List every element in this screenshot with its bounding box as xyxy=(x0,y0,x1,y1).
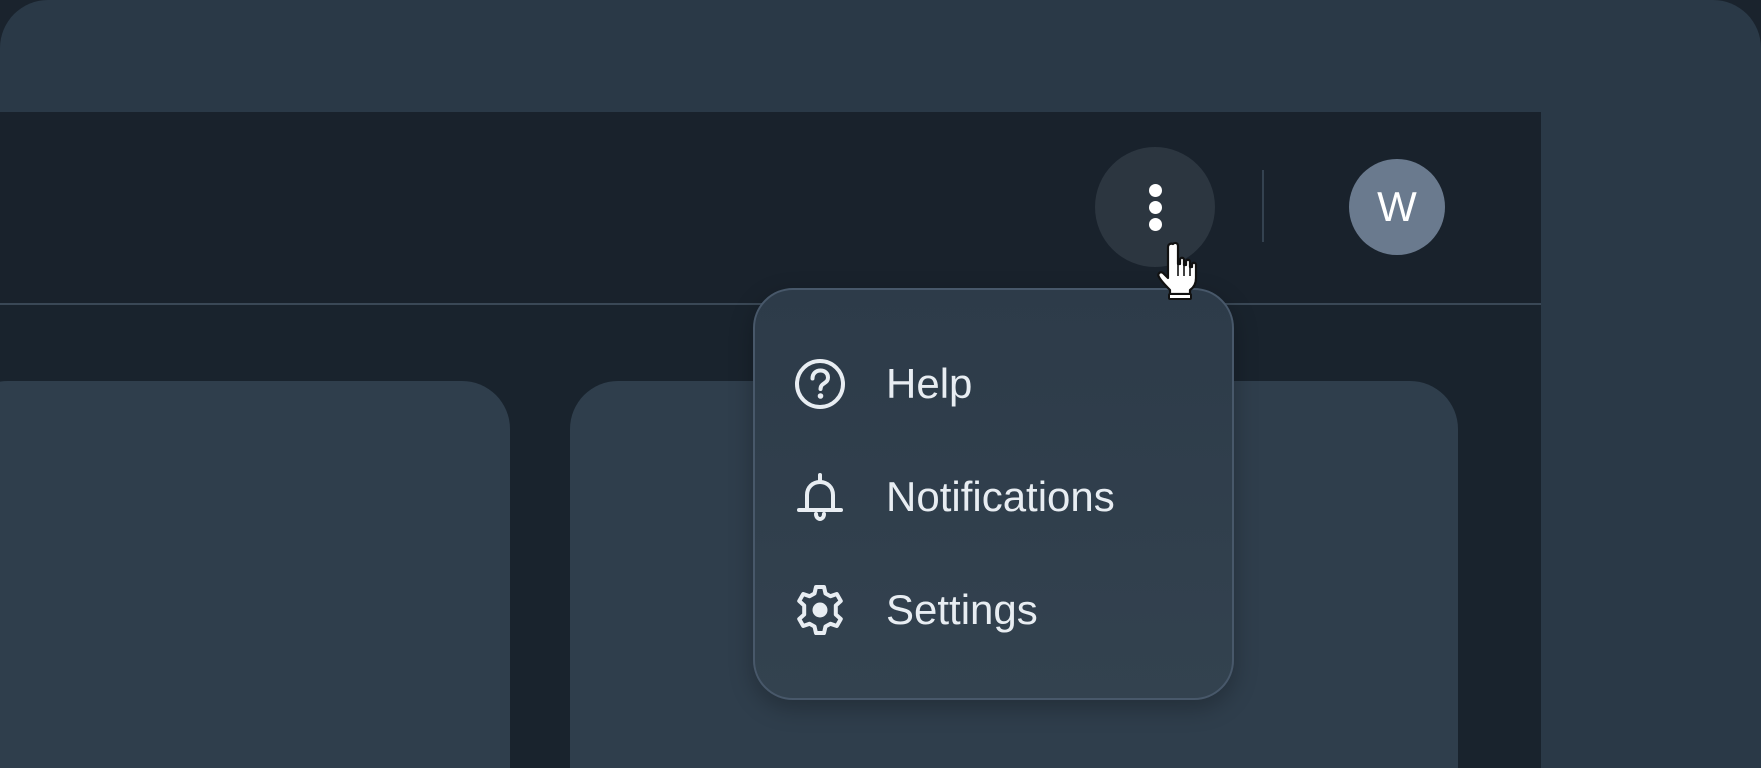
header-divider xyxy=(1262,170,1264,242)
menu-item-label: Notifications xyxy=(886,473,1115,520)
bell-icon xyxy=(797,473,843,522)
dot-icon xyxy=(1149,218,1162,231)
avatar[interactable]: W xyxy=(1349,159,1445,255)
gear-icon xyxy=(797,585,843,635)
content-card-left xyxy=(0,381,510,768)
top-bar: W xyxy=(0,112,1541,305)
dropdown-menu: Help Notifications Settings xyxy=(753,288,1234,700)
menu-item-notifications[interactable]: Notifications xyxy=(755,447,1232,547)
menu-item-label: Settings xyxy=(886,586,1038,633)
menu-item-label: Help xyxy=(886,360,973,407)
dot-icon xyxy=(1149,201,1162,214)
menu-item-settings[interactable]: Settings xyxy=(755,560,1232,660)
help-icon xyxy=(795,359,845,409)
more-options-button[interactable] xyxy=(1095,147,1215,267)
dot-icon xyxy=(1149,184,1162,197)
menu-item-help[interactable]: Help xyxy=(755,334,1232,434)
